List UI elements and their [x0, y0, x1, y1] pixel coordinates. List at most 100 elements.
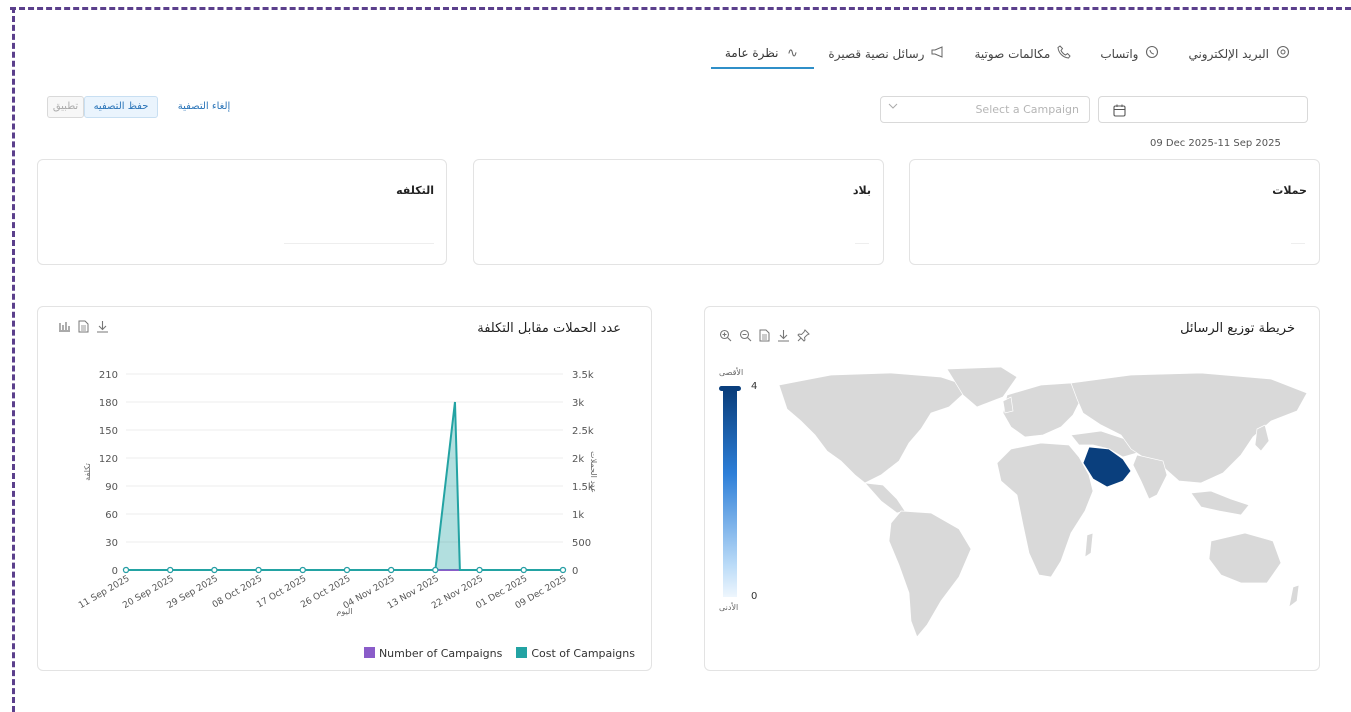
chart-toolbar [58, 320, 109, 336]
data-point-cost [559, 566, 567, 574]
at-icon [1275, 45, 1291, 63]
message-distribution-map-panel: خريطة توزيع الرسائل الأقصى 4 0 الأدنى [704, 306, 1320, 671]
clear-filter-button[interactable]: إلغاء التصفية [172, 96, 236, 118]
y-left-tick-label: 150 [99, 426, 118, 437]
tab-email-label: البريد الإلكتروني [1188, 47, 1269, 61]
y-right-tick-label: 0 [572, 566, 578, 577]
map-title: خريطة توزيع الرسائل [1180, 321, 1295, 336]
map-scale-max-label: الأقصى [719, 368, 744, 377]
tab-whatsapp[interactable]: واتساب [1086, 39, 1174, 69]
data-point-cost [167, 566, 174, 574]
data-point-cost [255, 566, 262, 574]
map-toolbar [719, 329, 810, 345]
download-icon[interactable] [777, 329, 790, 345]
y-left-tick-label: 210 [99, 370, 118, 381]
legend-swatch-cost [516, 647, 528, 658]
campaign-select[interactable]: Select a Campaign [880, 96, 1090, 123]
tab-sms-label: رسائل نصية قصيرة [828, 47, 925, 61]
world-map[interactable] [771, 365, 1311, 655]
map-uk[interactable] [1002, 396, 1014, 414]
whatsapp-icon [1144, 45, 1160, 63]
y-left-axis-title: تكلفة [83, 463, 92, 481]
map-central-america[interactable] [864, 482, 906, 514]
map-color-scale [723, 391, 737, 597]
data-point-cost [476, 566, 483, 574]
data-point-cost [388, 566, 395, 574]
calendar-icon [1113, 102, 1126, 117]
tab-overview-label: نظرة عامة [724, 46, 779, 60]
legend-label-campaigns: Number of Campaigns [378, 647, 503, 660]
y-left-tick-label: 0 [112, 566, 118, 577]
megaphone-icon [930, 46, 946, 62]
tab-bar: ∿ نظرة عامة رسائل نصية قصيرة مكالمات صوت… [710, 38, 1305, 70]
data-point-cost [343, 566, 351, 574]
map-new-zealand[interactable] [1288, 584, 1300, 608]
map-north-america[interactable] [778, 372, 972, 484]
map-madagascar[interactable] [1084, 532, 1094, 558]
apply-button[interactable]: تطبيق [47, 96, 84, 118]
data-point-cost [122, 566, 130, 574]
phone-icon [1056, 45, 1072, 63]
document-icon[interactable] [759, 329, 770, 345]
map-africa[interactable] [996, 442, 1094, 578]
y-left-tick-label: 180 [99, 398, 118, 409]
tab-whatsapp-label: واتساب [1100, 47, 1139, 61]
tab-voice-calls[interactable]: مكالمات صوتية [960, 39, 1086, 69]
map-india[interactable] [1132, 454, 1168, 500]
map-south-america[interactable] [888, 510, 972, 638]
data-point-cost [299, 566, 306, 574]
data-point-cost [211, 566, 218, 574]
download-icon[interactable] [96, 320, 109, 336]
map-japan[interactable] [1254, 424, 1270, 452]
campaigns-card-title: حملات [1272, 184, 1307, 197]
legend-label-cost: Cost of Campaigns [531, 647, 635, 660]
y-right-tick-label: 2k [572, 454, 584, 465]
countries-card: بلاد [473, 159, 884, 265]
chart-legend: Number of Campaigns Cost of Campaigns [363, 647, 635, 660]
map-scale-min-label: الأدنى [719, 603, 739, 612]
countries-card-sparkline [855, 243, 869, 244]
y-right-tick-label: 500 [572, 538, 591, 549]
tab-email[interactable]: البريد الإلكتروني [1174, 39, 1305, 69]
date-range-text: 09 Dec 2025-11 Sep 2025 [1150, 138, 1281, 149]
legend-item-campaigns[interactable]: Number of Campaigns [363, 647, 503, 660]
y-right-tick-label: 2.5k [572, 426, 594, 437]
map-scale-max-value: 4 [751, 381, 758, 392]
tab-sms[interactable]: رسائل نصية قصيرة [814, 39, 960, 69]
cost-card-title: التكلفه [396, 184, 434, 197]
tab-voice-calls-label: مكالمات صوتية [974, 47, 1051, 61]
bar-chart-icon[interactable] [58, 320, 71, 336]
y-right-tick-label: 3k [572, 398, 584, 409]
map-australia[interactable] [1208, 532, 1282, 584]
chevron-down-icon [888, 101, 898, 114]
y-left-tick-label: 60 [105, 510, 118, 521]
y-left-tick-label: 120 [99, 454, 118, 465]
countries-card-title: بلاد [852, 184, 871, 197]
campaign-select-placeholder: Select a Campaign [975, 103, 1079, 116]
campaigns-vs-cost-panel: عدد الحملات مقابل التكلفة 0 30 60 90 120 150 1… [37, 306, 652, 671]
frame-top-border [10, 7, 1351, 10]
save-filter-button[interactable]: حفظ التصفيه [84, 96, 158, 118]
y-right-axis-title: عدد الحملات [589, 451, 598, 493]
legend-swatch-campaigns [363, 647, 375, 658]
zoom-in-icon[interactable] [719, 329, 732, 345]
y-left-tick-label: 90 [105, 482, 118, 493]
map-scale-min-value: 0 [751, 591, 758, 602]
tab-overview[interactable]: ∿ نظرة عامة [710, 39, 815, 69]
map-southeast-asia[interactable] [1190, 490, 1250, 516]
date-range-picker[interactable] [1098, 96, 1308, 123]
campaigns-card: حملات [909, 159, 1320, 265]
line-chart: 030609012015018021005001k1.5k2k2.5k3k3.5… [77, 370, 598, 616]
chart-title: عدد الحملات مقابل التكلفة [477, 321, 621, 336]
y-left-tick-label: 30 [105, 538, 118, 549]
legend-item-cost[interactable]: Cost of Campaigns [516, 647, 635, 660]
map-europe[interactable] [1002, 382, 1082, 438]
activity-icon: ∿ [786, 45, 798, 61]
document-icon[interactable] [78, 320, 89, 336]
y-right-tick-label: 1k [572, 510, 584, 521]
pin-icon[interactable] [797, 329, 810, 345]
frame-left-border [12, 7, 15, 712]
y-right-tick-label: 3.5k [572, 370, 594, 381]
zoom-out-icon[interactable] [739, 329, 752, 345]
cost-card-sparkline [284, 243, 434, 244]
